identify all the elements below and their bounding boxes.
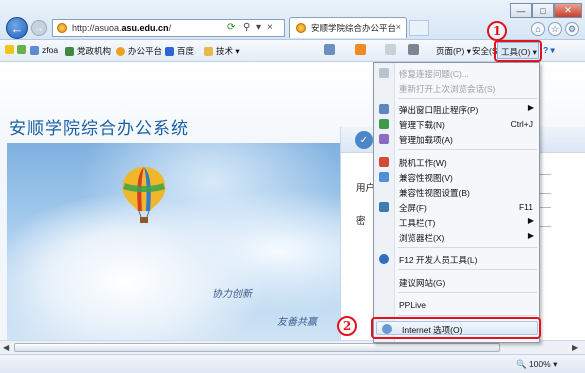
- annotation-step-1: 1: [487, 21, 507, 41]
- new-tab-button[interactable]: [409, 20, 429, 36]
- home-icon[interactable]: ⌂: [531, 22, 545, 36]
- address-url: http://asuoa.asu.edu.cn/: [72, 23, 172, 33]
- menu-item-manage-addons[interactable]: 管理加载项(A): [374, 132, 539, 146]
- stop-icon[interactable]: ×: [267, 22, 273, 33]
- tab-title: 安顺学院综合办公平台: [311, 23, 397, 33]
- offline-icon: [379, 157, 389, 167]
- menu-item-fullscreen[interactable]: 全屏(F) F11: [374, 200, 539, 214]
- menu-item-toolbars[interactable]: 工具栏(T) ▶: [374, 215, 539, 229]
- annotation-box-tools: [494, 40, 542, 62]
- hot-air-balloon-icon: [122, 167, 166, 223]
- menu-item-repair-connection[interactable]: 修复连接问题(C)...: [374, 66, 539, 80]
- addons-icon: [379, 134, 389, 144]
- site-favicon-icon: [57, 23, 67, 33]
- office-icon: [116, 46, 125, 56]
- submenu-arrow-icon: ▶: [527, 103, 534, 112]
- scroll-right-arrow-icon[interactable]: ▶: [572, 343, 578, 352]
- menu-separator: [398, 98, 537, 99]
- menu-item-compat-view[interactable]: 兼容性视图(V): [374, 170, 539, 184]
- annotation-step-2: 2: [337, 316, 357, 336]
- menu-separator: [398, 315, 537, 316]
- favorite-link-office[interactable]: 办公平台: [116, 45, 162, 57]
- zoom-level[interactable]: 🔍 100% ▾: [516, 359, 557, 370]
- party-icon: [65, 46, 74, 56]
- favorites-star-icon: [5, 45, 14, 54]
- submenu-arrow-icon: ▶: [527, 216, 534, 225]
- downloads-icon: [379, 119, 389, 129]
- menu-separator: [398, 149, 537, 150]
- compat-view-icon: [379, 172, 389, 182]
- submenu-arrow-icon: ▶: [527, 231, 534, 240]
- compat-view-icon[interactable]: ⟳: [227, 22, 235, 33]
- favorite-link-zfoa[interactable]: zfoa: [30, 45, 58, 55]
- slogan-win-win: 友善共赢: [277, 317, 317, 328]
- popup-blocker-icon: [379, 104, 389, 114]
- tech-folder-icon: [204, 46, 213, 56]
- favorites-button[interactable]: [5, 45, 17, 54]
- password-label: 密: [356, 216, 366, 227]
- menu-item-dev-tools[interactable]: F12 开发人员工具(L): [374, 252, 539, 266]
- gear-icon[interactable]: ⚙: [565, 22, 579, 36]
- slogan-collaborate: 协力创新: [212, 289, 252, 300]
- print-icon[interactable]: [408, 44, 419, 55]
- back-button[interactable]: ←: [6, 17, 28, 39]
- add-favorites-button[interactable]: [17, 45, 29, 54]
- menu-separator: [398, 292, 537, 293]
- favorites-star-icon[interactable]: ☆: [548, 22, 562, 36]
- user-badge-icon: ✓: [355, 131, 373, 149]
- menu-item-reopen-session[interactable]: 重新打开上次浏览会话(S): [374, 81, 539, 95]
- menu-item-popup-blocker[interactable]: 弹出窗口阻止程序(P) ▶: [374, 102, 539, 116]
- help-menu[interactable]: ? ▾: [543, 45, 555, 56]
- menu-item-explorer-bars[interactable]: 浏览器栏(X) ▶: [374, 230, 539, 244]
- devtools-icon: [379, 254, 389, 264]
- menu-item-manage-downloads[interactable]: 管理下载(N) Ctrl+J: [374, 117, 539, 131]
- favorite-link-baidu[interactable]: 百度: [165, 45, 194, 57]
- menu-item-pplive[interactable]: PPLive: [374, 298, 539, 312]
- favorite-link-party[interactable]: 党政机构: [65, 45, 111, 57]
- scroll-left-arrow-icon[interactable]: ◀: [3, 343, 9, 352]
- browser-tab[interactable]: 安顺学院综合办公平台 ×: [289, 17, 407, 38]
- maximize-button[interactable]: □: [532, 3, 554, 18]
- zfoa-icon: [30, 45, 39, 55]
- tab-close-icon[interactable]: ×: [396, 22, 401, 32]
- baidu-icon: [165, 46, 174, 56]
- menu-separator: [398, 247, 537, 248]
- hero-banner-image: 协力创新 友善共赢: [7, 143, 347, 340]
- page-title: 安顺学院综合办公系统: [9, 119, 189, 139]
- scrollbar-thumb[interactable]: [14, 343, 500, 352]
- favorite-folder-tech[interactable]: 技术 ▾: [204, 45, 240, 57]
- tab-favicon-icon: [296, 23, 306, 33]
- search-icon[interactable]: ⚲: [243, 22, 250, 33]
- forward-button[interactable]: →: [31, 20, 47, 36]
- home-cmd-icon[interactable]: [324, 44, 335, 55]
- annotation-box-internet-options: [371, 317, 541, 339]
- address-bar[interactable]: http://asuoa.asu.edu.cn/ ⟳ ⚲ ▾ ×: [52, 19, 285, 37]
- status-bar: 🔍 100% ▾: [0, 354, 585, 373]
- repair-icon: [379, 68, 389, 78]
- menu-item-suggested-sites[interactable]: 建议网站(G): [374, 275, 539, 289]
- add-favorites-icon: [17, 45, 26, 54]
- rss-feed-icon[interactable]: [355, 44, 366, 55]
- tools-dropdown-menu: 修复连接问题(C)... 重新打开上次浏览会话(S) 弹出窗口阻止程序(P) ▶…: [373, 62, 540, 343]
- fullscreen-icon: [379, 202, 389, 212]
- minimize-button[interactable]: —: [510, 3, 532, 18]
- page-menu[interactable]: 页面(P) ▾: [436, 45, 471, 57]
- mail-icon[interactable]: [385, 44, 396, 55]
- menu-item-work-offline[interactable]: 脱机工作(W): [374, 155, 539, 169]
- close-window-button[interactable]: ✕: [554, 3, 582, 18]
- menu-item-compat-view-settings[interactable]: 兼容性视图设置(B): [374, 185, 539, 199]
- dropdown-chevron-icon[interactable]: ▾: [256, 22, 261, 33]
- menu-separator: [398, 269, 537, 270]
